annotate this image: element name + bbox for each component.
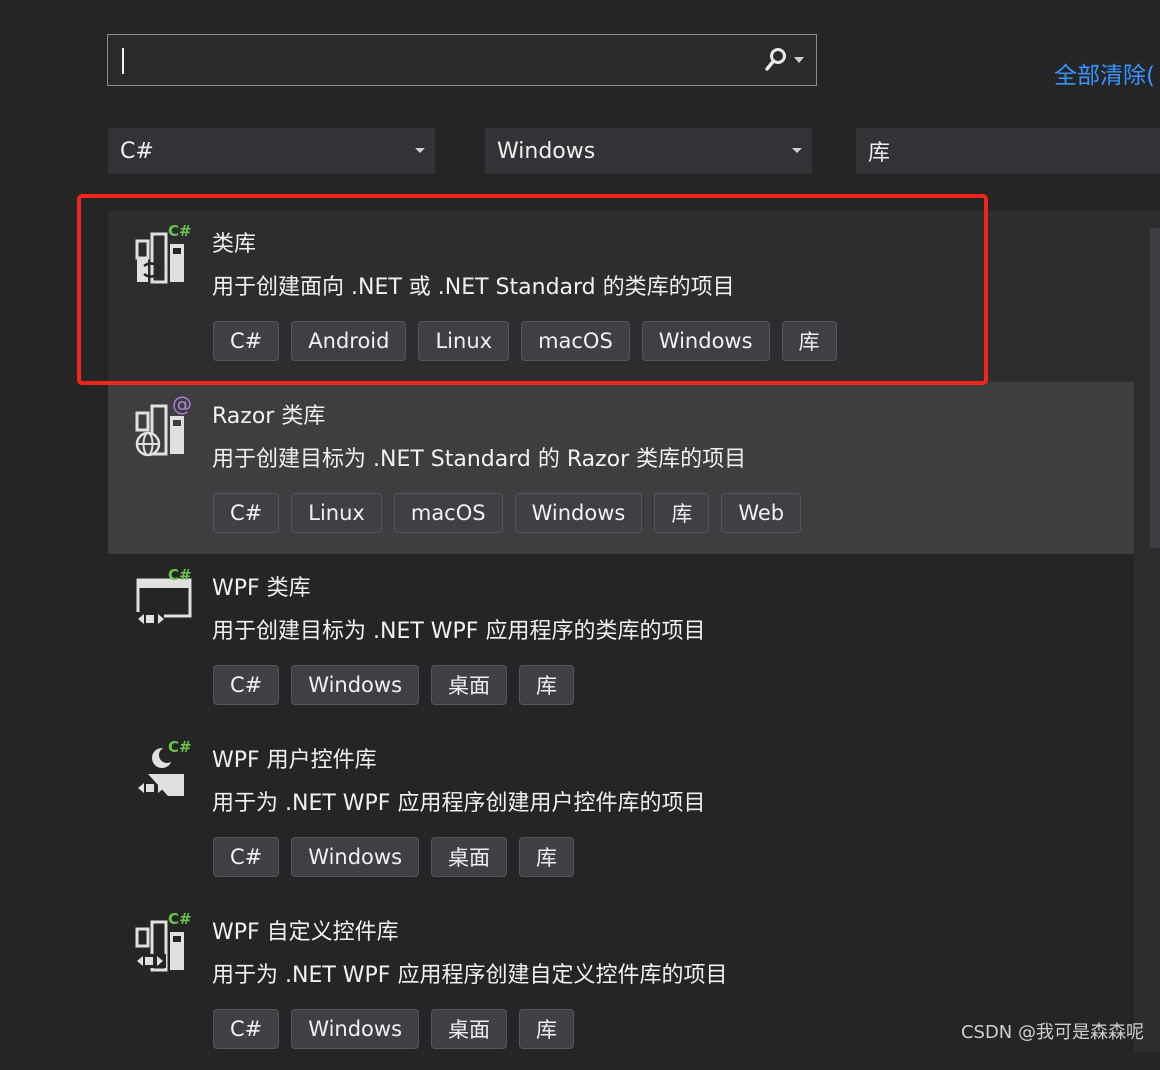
tag: 库 [519, 665, 575, 705]
tag: macOS [521, 321, 630, 361]
tag: Linux [418, 321, 510, 361]
chevron-down-icon [794, 57, 804, 63]
tag: C# [213, 321, 280, 361]
tag-list: C# Windows 桌面 库 [213, 837, 575, 877]
tag-list: C# Windows 桌面 库 [213, 665, 575, 705]
tag: C# [213, 837, 280, 877]
wpf-class-library-icon: C# [134, 566, 194, 632]
clear-all-link[interactable]: 全部清除( [1054, 56, 1155, 90]
language-filter-value: C# [120, 138, 154, 164]
razor-class-library-icon: @ [134, 392, 194, 460]
wpf-custom-control-library-icon: C# [134, 910, 194, 976]
template-title: WPF 类库 [212, 576, 311, 601]
platform-filter-value: Windows [497, 138, 596, 164]
chevron-down-icon [792, 148, 802, 153]
tag: 桌面 [431, 665, 508, 705]
razor-at-badge: @ [172, 392, 192, 416]
tag: 桌面 [431, 837, 508, 877]
tag: Windows [291, 665, 420, 705]
tag-list: C# Linux macOS Windows 库 Web [213, 493, 802, 533]
template-description: 用于为 .NET WPF 应用程序创建自定义控件库的项目 [212, 963, 728, 988]
wpf-user-control-library-icon: C# [134, 738, 194, 804]
search-icon [764, 47, 788, 73]
tag: C# [213, 493, 280, 533]
tag: 库 [519, 1009, 575, 1049]
template-item-wpf-custom-control-library[interactable]: C# WPF 自定义控件库 用于为 .NET WPF 应用程序创建自定义控件库的… [108, 898, 1134, 1070]
tag: Windows [641, 321, 770, 361]
tag: Windows [291, 1009, 420, 1049]
tag: macOS [393, 493, 503, 533]
template-item-class-library[interactable]: C# 类库 用于创建面向 .NET 或 .NET Standard 的类库的项目… [108, 210, 1134, 382]
tag: Windows [514, 493, 643, 533]
template-title: 类库 [212, 232, 257, 257]
tag-list: C# Android Linux macOS Windows 库 [213, 321, 837, 361]
csharp-badge: C# [168, 910, 192, 928]
template-search-input[interactable] [108, 35, 748, 85]
tag: Android [291, 321, 407, 361]
template-title: WPF 自定义控件库 [212, 920, 399, 945]
template-item-wpf-user-control-library[interactable]: C# WPF 用户控件库 用于为 .NET WPF 应用程序创建用户控件库的项目… [108, 726, 1134, 898]
template-description: 用于创建目标为 .NET Standard 的 Razor 类库的项目 [212, 447, 747, 472]
csharp-badge: C# [168, 566, 192, 584]
csharp-badge: C# [168, 222, 192, 240]
csharp-badge: C# [168, 738, 192, 756]
platform-filter-dropdown[interactable]: Windows [485, 128, 812, 174]
template-description: 用于创建目标为 .NET WPF 应用程序的类库的项目 [212, 619, 706, 644]
tag: C# [213, 665, 280, 705]
tag: 桌面 [431, 1009, 508, 1049]
tag: Linux [291, 493, 382, 533]
project-type-filter-value: 库 [868, 141, 891, 166]
language-filter-dropdown[interactable]: C# [108, 128, 435, 174]
watermark: CSDN @我可是森森呢 [960, 1022, 1144, 1043]
template-item-razor-class-library[interactable]: @ Razor 类库 用于创建目标为 .NET Standard 的 Razor… [108, 382, 1134, 554]
tag: 库 [519, 837, 575, 877]
tag: C# [213, 1009, 280, 1049]
class-library-icon: C# [134, 222, 194, 288]
template-item-wpf-class-library[interactable]: C# WPF 类库 用于创建目标为 .NET WPF 应用程序的类库的项目 C#… [108, 554, 1134, 726]
scrollbar-thumb[interactable] [1150, 228, 1160, 548]
template-description: 用于创建面向 .NET 或 .NET Standard 的类库的项目 [212, 275, 735, 300]
tag: 库 [654, 493, 710, 533]
tag-list: C# Windows 桌面 库 [213, 1009, 575, 1049]
project-type-filter-dropdown[interactable]: 库 [856, 128, 1160, 174]
template-search-box[interactable] [107, 34, 817, 86]
tag: Web [721, 493, 802, 533]
template-title: WPF 用户控件库 [212, 748, 377, 773]
text-caret [122, 48, 124, 74]
chevron-down-icon [415, 148, 425, 153]
tag: Windows [291, 837, 420, 877]
template-list: C# 类库 用于创建面向 .NET 或 .NET Standard 的类库的项目… [108, 210, 1134, 1070]
tag: 库 [781, 321, 837, 361]
template-title: Razor 类库 [212, 404, 326, 429]
template-description: 用于为 .NET WPF 应用程序创建用户控件库的项目 [212, 791, 706, 816]
search-options-button[interactable] [758, 45, 810, 75]
